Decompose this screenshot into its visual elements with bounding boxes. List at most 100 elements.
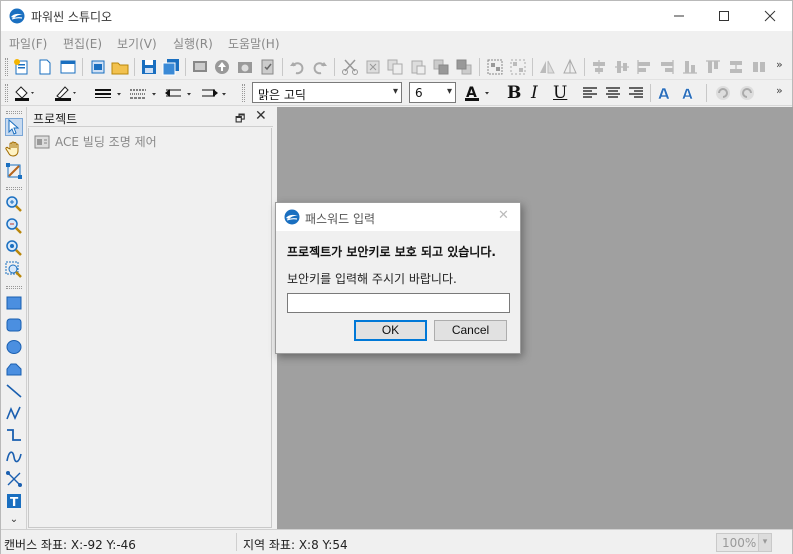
rectangle-tool-icon[interactable]: [5, 294, 23, 312]
deploy-icon[interactable]: [191, 58, 209, 76]
toolbox-grip[interactable]: [6, 187, 22, 190]
line-end-icon[interactable]: [200, 84, 226, 102]
font-family-select[interactable]: 맑은 고딕 ▾: [252, 82, 402, 103]
rotate-right-icon[interactable]: [738, 84, 756, 102]
new-file-icon[interactable]: [36, 58, 54, 76]
toolbar-overflow-icon[interactable]: »: [776, 58, 783, 71]
toolbox-overflow-icon[interactable]: ⌄: [5, 514, 23, 525]
font-shrink-icon[interactable]: A: [680, 84, 698, 102]
menu-edit[interactable]: 편집(E): [63, 35, 102, 52]
send-back-icon[interactable]: [455, 58, 473, 76]
orthogonal-line-tool-icon[interactable]: [5, 426, 23, 444]
underline-button[interactable]: U: [553, 83, 567, 103]
tree-item-project[interactable]: ACE 빌딩 조명 제어: [34, 133, 157, 150]
cut-icon[interactable]: [341, 58, 359, 76]
font-color-icon[interactable]: A: [463, 84, 489, 102]
align-text-left-icon[interactable]: [581, 84, 599, 102]
toolbar-grip[interactable]: [242, 84, 245, 102]
rotate-left-icon[interactable]: [714, 84, 732, 102]
rounded-rectangle-tool-icon[interactable]: [5, 316, 23, 334]
cancel-button[interactable]: Cancel: [434, 320, 507, 341]
save-all-icon[interactable]: [162, 58, 180, 76]
text-tool-icon[interactable]: T: [5, 492, 23, 510]
open-project-icon[interactable]: [89, 58, 107, 76]
zoom-value: 100%: [722, 536, 757, 550]
bold-button[interactable]: B: [507, 83, 521, 103]
ellipse-tool-icon[interactable]: [5, 338, 23, 356]
menu-view[interactable]: 보기(V): [117, 35, 157, 52]
italic-button[interactable]: I: [531, 83, 538, 103]
align-middle-icon[interactable]: [681, 58, 699, 76]
zoom-out-icon[interactable]: [5, 217, 23, 235]
redo-icon[interactable]: [311, 58, 329, 76]
font-size-select[interactable]: 6 ▾: [409, 82, 456, 103]
zoom-fit-icon[interactable]: [5, 239, 23, 257]
font-grow-icon[interactable]: A: [657, 84, 675, 102]
ungroup-icon[interactable]: [509, 58, 527, 76]
ok-button[interactable]: OK: [354, 320, 427, 341]
close-button[interactable]: [747, 1, 793, 31]
drawing-toolbox: T ⌄: [1, 107, 27, 529]
distribute-icon[interactable]: [727, 58, 745, 76]
svg-text:A: A: [682, 87, 693, 102]
zoom-area-icon[interactable]: [5, 261, 23, 279]
polygon-tool-icon[interactable]: [5, 360, 23, 378]
toolbox-grip[interactable]: [6, 286, 22, 289]
line-tool-icon[interactable]: [5, 382, 23, 400]
line-style-icon[interactable]: [128, 84, 156, 102]
line-color-icon[interactable]: [53, 84, 76, 102]
paste-icon[interactable]: [409, 58, 427, 76]
canvas-coordinates: 캔버스 좌표: X:-92 Y:-46: [4, 538, 136, 552]
align-text-center-icon[interactable]: [604, 84, 622, 102]
menu-help[interactable]: 도움말(H): [228, 35, 280, 52]
copy-icon[interactable]: [386, 58, 404, 76]
bring-front-icon[interactable]: [432, 58, 450, 76]
menu-run[interactable]: 실행(R): [173, 35, 213, 52]
align-bottom-icon[interactable]: [704, 58, 722, 76]
undo-icon[interactable]: [288, 58, 306, 76]
pan-hand-icon[interactable]: [5, 140, 23, 158]
open-folder-icon[interactable]: [111, 58, 129, 76]
close-panel-icon[interactable]: ✕: [255, 108, 267, 124]
check-icon[interactable]: [259, 58, 277, 76]
new-project-icon[interactable]: [13, 58, 31, 76]
select-pointer-icon[interactable]: [5, 118, 23, 136]
dialog-title-bar[interactable]: 패스워드 입력 ✕: [276, 203, 520, 231]
maximize-button[interactable]: [701, 1, 747, 31]
flip-horizontal-icon[interactable]: [538, 58, 556, 76]
connector-tool-icon[interactable]: [5, 470, 23, 488]
float-panel-icon[interactable]: 🗗: [235, 110, 245, 129]
zoom-in-icon[interactable]: [5, 195, 23, 213]
new-window-icon[interactable]: [59, 58, 77, 76]
align-top-icon[interactable]: [658, 58, 676, 76]
minimize-button[interactable]: [656, 1, 702, 31]
line-weight-icon[interactable]: [93, 84, 121, 102]
upload-icon[interactable]: [213, 58, 231, 76]
delete-icon[interactable]: [364, 58, 382, 76]
align-center-icon[interactable]: [613, 58, 631, 76]
curve-tool-icon[interactable]: [5, 448, 23, 466]
align-text-right-icon[interactable]: [627, 84, 645, 102]
status-separator: [236, 533, 237, 551]
group-icon[interactable]: [486, 58, 504, 76]
toolbar-overflow-icon[interactable]: »: [776, 84, 783, 97]
capture-icon[interactable]: [236, 58, 254, 76]
chevron-down-icon[interactable]: ▾: [758, 533, 772, 552]
title-bar[interactable]: 파워씬 스튜디오: [1, 1, 792, 31]
security-key-input[interactable]: [287, 293, 510, 313]
toolbar-grip[interactable]: [5, 84, 8, 102]
align-right-icon[interactable]: [635, 58, 653, 76]
line-start-icon[interactable]: [163, 84, 191, 102]
fill-color-icon[interactable]: [13, 84, 34, 102]
polyline-tool-icon[interactable]: [5, 404, 23, 422]
align-left-icon[interactable]: [590, 58, 608, 76]
save-icon[interactable]: [140, 58, 158, 76]
menu-file[interactable]: 파일(F): [9, 35, 47, 52]
edit-points-icon[interactable]: [5, 162, 23, 180]
same-size-icon[interactable]: [750, 58, 768, 76]
dialog-close-icon[interactable]: ✕: [498, 208, 509, 223]
toolbox-grip[interactable]: [6, 111, 22, 114]
toolbar-grip[interactable]: [5, 58, 8, 76]
flip-vertical-icon[interactable]: [561, 58, 579, 76]
toolbar-separator: [650, 84, 651, 102]
